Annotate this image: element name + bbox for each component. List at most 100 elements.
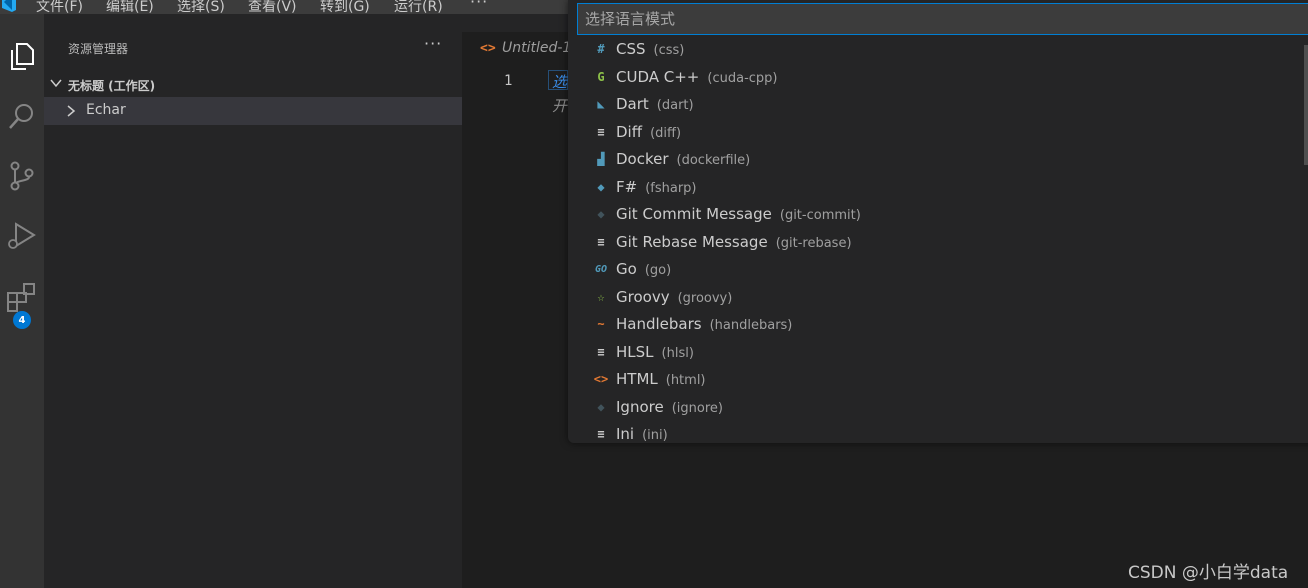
editor-hint-link[interactable]: 选 [552, 71, 567, 92]
extensions-badge: 4 [13, 311, 31, 329]
explorer-more-button[interactable]: ··· [424, 34, 442, 53]
language-list-item[interactable]: ≡ Diff (diff) [568, 119, 1308, 146]
explorer-title: 资源管理器 [68, 42, 129, 56]
language-file-icon: # [597, 42, 605, 56]
language-list-item[interactable]: ◆ Git Commit Message (git-commit) [568, 201, 1308, 228]
language-name: CUDA C++ [616, 67, 700, 86]
language-name: Handlebars [616, 315, 702, 333]
language-file-icon: G [597, 69, 605, 84]
language-id: (html) [665, 373, 706, 388]
language-label: Git Rebase Message (git-rebase) [616, 233, 852, 251]
language-list-item[interactable]: ~ Handlebars (handlebars) [568, 311, 1308, 338]
language-label: Diff (diff) [616, 123, 681, 141]
language-id: (fsharp) [645, 180, 697, 196]
language-id: (ignore) [671, 400, 723, 416]
folder-name: Echar [86, 102, 126, 118]
language-label: Handlebars (handlebars) [616, 315, 792, 333]
editor-hint-text: 开 [552, 97, 568, 115]
run-debug-icon[interactable] [0, 214, 44, 258]
language-id: (cuda-cpp) [707, 70, 778, 86]
search-icon[interactable] [0, 94, 44, 138]
language-name: Dart [616, 95, 649, 113]
language-file-icon: GO [594, 263, 608, 275]
language-label: Docker (dockerfile) [616, 150, 750, 168]
language-file-icon: <> [593, 372, 609, 386]
language-label: Ignore (ignore) [616, 398, 723, 416]
language-name: F# [616, 177, 638, 196]
language-name: HTML [616, 370, 658, 388]
language-name: HLSL [616, 342, 654, 361]
language-name: Groovy [616, 287, 670, 306]
language-id: (ini) [642, 428, 668, 443]
language-list-item[interactable]: G CUDA C++ (cuda-cpp) [568, 64, 1308, 91]
language-search-input[interactable] [577, 3, 1308, 35]
language-list-item[interactable]: <> HTML (html) [568, 366, 1308, 393]
language-file-icon: ≡ [597, 234, 605, 249]
language-name: CSS [616, 40, 646, 58]
language-list-item[interactable]: ◆ Ignore (ignore) [568, 394, 1308, 421]
language-id: (git-commit) [779, 208, 861, 223]
workspace-title: 无标题 (工作区) [68, 79, 156, 93]
language-label: Groovy (groovy) [616, 288, 732, 306]
language-file-icon: ≡ [597, 124, 605, 139]
menu-more-button[interactable]: ··· [470, 0, 488, 11]
language-mode-picker: # CSS (css) G CUDA C++ (cuda-cpp) ◣ Dart (dart) ≡… [568, 0, 1308, 443]
language-list-item[interactable]: ◆ F# (fsharp) [568, 174, 1308, 201]
tree-item-folder[interactable]: Echar [44, 97, 462, 125]
source-control-icon[interactable] [0, 154, 44, 198]
language-id: (go) [644, 263, 672, 278]
workspace-section-header[interactable]: 无标题 (工作区) [44, 74, 462, 96]
chevron-down-icon [50, 79, 62, 88]
language-label: Go (go) [616, 260, 671, 278]
language-list: # CSS (css) G CUDA C++ (cuda-cpp) ◣ Dart (dart) ≡… [568, 37, 1308, 443]
language-label: Dart (dart) [616, 95, 694, 113]
language-name: Docker [616, 150, 669, 168]
language-list-item[interactable]: ▟ Docker (dockerfile) [568, 146, 1308, 173]
language-label: CUDA C++ (cuda-cpp) [616, 68, 777, 86]
language-name: Go [616, 260, 637, 278]
chevron-right-icon [67, 105, 76, 117]
language-list-item[interactable]: ≡ Git Rebase Message (git-rebase) [568, 229, 1308, 256]
language-list-item[interactable]: ☆ Groovy (groovy) [568, 284, 1308, 311]
language-file-icon: ◆ [597, 207, 605, 221]
language-name: Git Rebase Message [616, 232, 768, 251]
language-file-icon: ▟ [597, 152, 605, 166]
language-name: Diff [616, 122, 643, 141]
language-id: (dockerfile) [676, 153, 751, 168]
language-label: F# (fsharp) [616, 178, 697, 196]
explorer-sidebar: 资源管理器 ··· 无标题 (工作区) Echar [44, 14, 462, 588]
activity-bar: 4 [0, 14, 44, 588]
language-id: (handlebars) [709, 318, 793, 333]
language-label: HTML (html) [616, 370, 706, 388]
language-list-item[interactable]: ◣ Dart (dart) [568, 91, 1308, 118]
language-file-icon: ≡ [597, 344, 605, 359]
language-file-icon: ◆ [597, 399, 605, 414]
line-number: 1 [504, 73, 513, 89]
language-label: CSS (css) [616, 40, 684, 58]
language-label: HLSL (hlsl) [616, 343, 694, 361]
language-id: (css) [653, 43, 685, 58]
language-id: (groovy) [677, 290, 733, 306]
language-name: Git Commit Message [616, 205, 772, 223]
language-name: Ignore [616, 397, 664, 416]
language-file-icon: ◣ [597, 97, 605, 111]
language-file-icon: ~ [597, 317, 605, 331]
language-file-icon: ◆ [597, 179, 605, 194]
tab-title: Untitled-1 [502, 40, 572, 56]
watermark: CSDN @小白学data [1128, 563, 1289, 583]
html-file-icon: <> [480, 41, 496, 56]
language-file-icon: ☆ [597, 289, 605, 304]
language-list-item[interactable]: ≡ Ini (ini) [568, 421, 1308, 443]
language-list-item[interactable]: GO Go (go) [568, 256, 1308, 283]
language-label: Ini (ini) [616, 425, 668, 443]
language-list-item[interactable]: ≡ HLSL (hlsl) [568, 339, 1308, 366]
language-id: (diff) [650, 125, 682, 141]
vscode-logo-icon[interactable] [0, 0, 16, 12]
language-list-item[interactable]: # CSS (css) [568, 37, 1308, 63]
language-file-icon: ≡ [597, 427, 605, 441]
language-name: Ini [616, 425, 635, 443]
explorer-icon[interactable] [0, 34, 44, 78]
language-id: (git-rebase) [775, 235, 852, 251]
language-id: (dart) [656, 98, 694, 113]
list-scrollbar[interactable] [1304, 45, 1308, 165]
